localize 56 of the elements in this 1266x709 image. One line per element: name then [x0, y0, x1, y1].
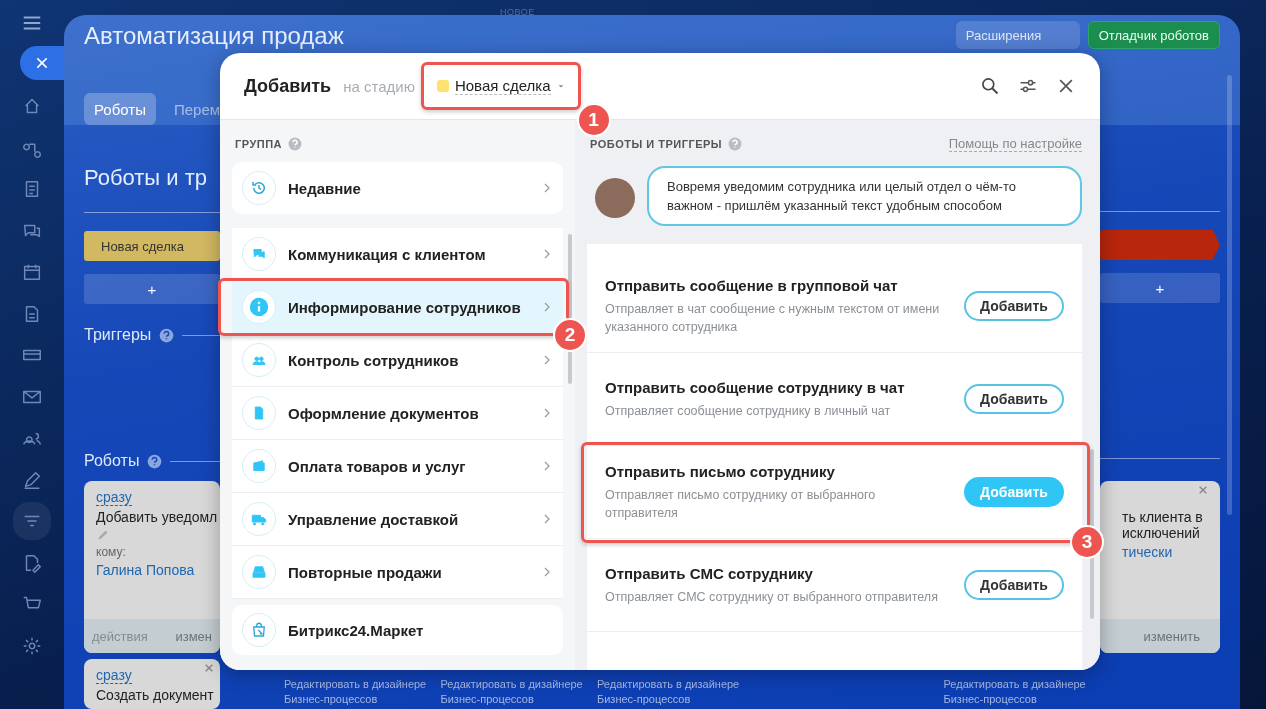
robot-title: ть клиента в исключений	[1122, 509, 1204, 541]
group-item[interactable]: Информирование сотрудников	[232, 281, 563, 334]
designer-link[interactable]: Редактировать в дизайнере Бизнес-процессов	[440, 677, 583, 707]
designer-link[interactable]: Редактировать в дизайнере Бизнес-процессов	[943, 677, 1086, 707]
robot-description: Отправляет письмо сотруднику от выбранного отправителя	[605, 486, 877, 522]
stage-bar[interactable]: Новая сделка	[84, 231, 220, 261]
robot-description: Отправляет СМС сотруднику от выбранного отправителя	[605, 588, 939, 606]
section-title: Роботы и тр	[84, 165, 208, 192]
robot-name: Отправить сообщение сотруднику в чат	[605, 378, 906, 396]
bag-icon	[250, 621, 268, 639]
robots-triggers-heading: РОБОТЫ И ТРИГГЕРЫ	[590, 138, 723, 150]
user-link[interactable]: Галина Попова	[96, 562, 195, 578]
close-button[interactable]	[20, 45, 64, 80]
caret-icon	[556, 82, 565, 90]
hint-bubble: Вовремя уведомим сотрудника или целый отдел о чём-то важном - пришлём указанный текст удобным способом	[647, 166, 1082, 226]
group-item[interactable]: Битрикс24.Маркет	[232, 605, 563, 655]
page-title: Автоматизация продаж	[84, 21, 344, 51]
callout-badge: 1	[576, 103, 611, 137]
robot-name: Отправить сообщение в групповой чат	[605, 276, 899, 294]
add-button[interactable]: Добавить	[964, 291, 1064, 321]
toolbar-button[interactable]: Отладчик роботов	[1087, 21, 1220, 49]
group-item[interactable]: Недавние	[232, 162, 563, 214]
robot-title: Добавить уведомл	[96, 509, 218, 525]
designer-link[interactable]: Редактировать в дизайнере Бизнес-процессов	[597, 677, 740, 707]
dialog-title: Добавить	[244, 75, 332, 97]
robot-description: Отправляет сообщение сотруднику в личный чат	[605, 402, 892, 420]
info-icon	[248, 296, 270, 318]
help-link[interactable]: Помощь по настройке	[948, 136, 1082, 152]
help-icon[interactable]	[147, 453, 163, 469]
delay-link[interactable]: сразу	[96, 489, 132, 506]
robot-name: Отправить СМС сотруднику	[605, 564, 814, 582]
designer-link[interactable]: Редактировать в дизайнере Бизнес-процессов	[284, 677, 427, 707]
history-icon	[250, 179, 268, 197]
stage-caption: на стадию	[343, 77, 415, 95]
register-icon	[250, 563, 268, 581]
robot-name: Отправить письмо сотруднику	[605, 462, 836, 480]
add-button[interactable]: Добавить	[964, 570, 1064, 600]
robots-heading: Роботы	[84, 452, 140, 470]
tab[interactable]: Перем	[163, 93, 231, 125]
robot-title: Создать документ	[96, 687, 214, 703]
robot-description: Отправляет в чат сообщение с нужным текстом от имени указанного сотрудника	[605, 300, 941, 336]
avatar	[595, 178, 635, 218]
add-button[interactable]: Добавить	[964, 384, 1064, 414]
delay-link[interactable]: сразу	[96, 667, 132, 684]
search-icon[interactable]	[980, 76, 1000, 96]
new-label: НОВОЕ	[500, 7, 535, 17]
tab[interactable]: Роботы	[84, 93, 156, 125]
mode-link[interactable]: тически	[1122, 544, 1173, 560]
toolbar-button[interactable]: Расширения	[955, 21, 1080, 49]
add-button[interactable]: +	[84, 274, 220, 304]
field-label: кому:	[96, 545, 126, 559]
group-heading: ГРУППА	[235, 138, 283, 150]
edit-link[interactable]: измен	[175, 628, 212, 644]
triggers-heading: Триггеры	[84, 326, 152, 344]
help-icon[interactable]	[159, 327, 175, 343]
add-button[interactable]: +	[1100, 273, 1220, 303]
